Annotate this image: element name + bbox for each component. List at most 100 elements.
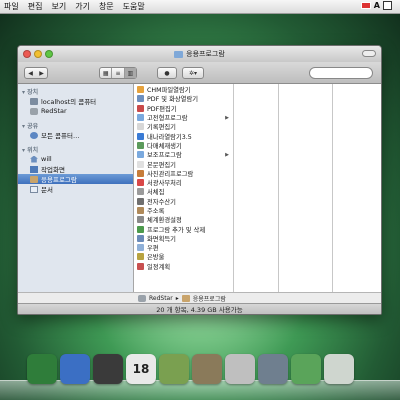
column-view-icon[interactable]: ▥ (124, 68, 136, 78)
list-item[interactable]: PDF편집기 (134, 104, 233, 113)
menu-item-help[interactable]: 도움말 (123, 1, 145, 12)
sidebar-header-places[interactable]: ▾ 위치 (18, 144, 133, 154)
window-controls (23, 50, 53, 58)
sidebar-item-home[interactable]: will (18, 154, 133, 164)
list-item-label: 사진관리프로그람 (147, 170, 194, 178)
app-icon (137, 234, 144, 242)
zoom-icon[interactable] (45, 50, 53, 58)
window-title: 응용프로그람 (174, 49, 225, 59)
app-icon (137, 207, 144, 214)
sidebar-item-applications[interactable]: 응용프로그람 (18, 174, 133, 184)
trash-icon[interactable] (324, 354, 354, 384)
app-icon (137, 216, 144, 224)
list-item[interactable]: 일정계획 (134, 262, 233, 271)
list-item[interactable]: CHM파일열람기 (134, 85, 233, 94)
path-segment-volume[interactable]: RedStar (149, 295, 173, 302)
app-icon (137, 160, 144, 168)
list-item-label: 보조프로그람 (147, 152, 182, 160)
search-input[interactable] (309, 67, 373, 79)
input-method-indicator[interactable]: A (374, 1, 380, 10)
applications-icon (30, 175, 38, 183)
toolbar-toggle-button[interactable] (362, 50, 376, 57)
sidebar-header-shared[interactable]: ▾ 공유 (18, 120, 133, 130)
list-item[interactable]: 내나라열람기3.5 (134, 131, 233, 141)
sidebar-item-redstar[interactable]: RedStar (18, 106, 133, 116)
list-item[interactable]: PDF 및 화상열람기 (134, 94, 233, 103)
list-item[interactable]: 프로그람 추가 및 삭제 (134, 224, 233, 234)
icon-view-icon[interactable]: ▦ (100, 68, 113, 78)
sidebar: ▾ 장치 localhost의 콤퓨터 RedStar ▾ 공유 모든 콤퓨터…… (18, 84, 134, 292)
photo-icon[interactable] (192, 354, 222, 384)
home-icon (30, 155, 38, 163)
title-bar[interactable]: 응용프로그람 (18, 46, 381, 62)
list-item[interactable]: 화면획득기 (134, 234, 233, 243)
list-item-label: 화면획득기 (147, 235, 176, 243)
minimize-icon[interactable] (34, 50, 42, 58)
browser-content: ▾ 장치 localhost의 콤퓨터 RedStar ▾ 공유 모든 콤퓨터…… (18, 84, 381, 292)
list-item[interactable]: 다매체재생기 (134, 141, 233, 150)
menu-item-view[interactable]: 보기 (51, 1, 66, 12)
list-item[interactable]: 주소록 (134, 206, 233, 215)
empty-column-4 (333, 84, 381, 292)
app-icon (137, 179, 144, 187)
list-item-label: 체계환경설정 (147, 217, 182, 225)
path-separator-icon: ▸ (175, 294, 179, 302)
path-segment-folder[interactable]: 응용프로그람 (193, 294, 226, 303)
app-icon (137, 188, 144, 196)
flag-icon (360, 2, 371, 9)
list-item[interactable]: 체계환경설정 (134, 215, 233, 224)
folder-icon (174, 50, 184, 58)
back-icon[interactable]: ◀ (25, 70, 36, 77)
list-item-label: PDF 및 화상열람기 (147, 96, 199, 104)
menu-item-go[interactable]: 가기 (75, 1, 90, 12)
menu-item-window[interactable]: 창문 (99, 1, 114, 12)
list-item[interactable]: 기록편집기 (134, 122, 233, 131)
app-icon (137, 95, 144, 103)
list-item-label: 전자수산기 (147, 198, 176, 206)
finder-icon[interactable] (27, 354, 57, 384)
menu-item-edit[interactable]: 편집 (28, 1, 43, 12)
settings-icon[interactable] (258, 354, 288, 384)
list-item[interactable]: 본문편집기 (134, 159, 233, 169)
sidebar-item-computer[interactable]: localhost의 콤퓨터 (18, 96, 133, 106)
media-icon[interactable] (93, 354, 123, 384)
list-item[interactable]: 우편 (134, 243, 233, 252)
eye-icon: ● (164, 69, 170, 77)
disk-icon (138, 294, 146, 302)
calculator-icon[interactable] (225, 354, 255, 384)
menu-item-file[interactable]: 파일 (4, 1, 19, 12)
disclosure-arrow-icon: ▶ (225, 114, 229, 121)
action-menu-button[interactable]: ✲▾ (182, 67, 204, 79)
browser-icon[interactable] (60, 354, 90, 384)
list-item-label: 서광사무처리 (147, 180, 182, 188)
sidebar-header-devices[interactable]: ▾ 장치 (18, 86, 133, 96)
list-item[interactable]: 고전형프로그람 ▶ (134, 113, 233, 122)
app-icon (137, 244, 144, 252)
view-mode-buttons: ▦ ≡ ▥ (99, 67, 137, 79)
address-book-icon[interactable] (159, 354, 189, 384)
list-item[interactable]: 사진관리프로그람 (134, 169, 233, 178)
list-item[interactable]: 보조프로그람 ▶ (134, 150, 233, 159)
nav-buttons: ◀ ▶ (24, 67, 48, 79)
app-icon (137, 114, 144, 122)
sidebar-item-all-computers[interactable]: 모든 콤퓨터… (18, 130, 133, 140)
list-item[interactable]: 서광사무처리 (134, 178, 233, 187)
download-icon[interactable] (291, 354, 321, 384)
list-item-label: 본문편집기 (147, 161, 176, 169)
empty-column-3 (279, 84, 333, 292)
sidebar-item-desktop[interactable]: 작업화면 (18, 164, 133, 174)
sidebar-item-documents[interactable]: 문서 (18, 184, 133, 194)
network-icon (30, 131, 38, 139)
forward-icon[interactable]: ▶ (36, 70, 47, 77)
app-icon (137, 86, 144, 94)
quick-look-button[interactable]: ● (157, 67, 177, 79)
list-item[interactable]: 전자수산기 (134, 197, 233, 206)
close-icon[interactable] (23, 50, 31, 58)
list-item[interactable]: 서체집 (134, 187, 233, 196)
calendar-icon[interactable]: 18 (126, 354, 156, 384)
window-icon[interactable] (383, 1, 392, 10)
list-item[interactable]: 은방울 (134, 252, 233, 261)
status-bar: 20 개 항목, 4.39 GB 사용가능 (18, 303, 381, 314)
app-icon (137, 169, 144, 177)
list-view-icon[interactable]: ≡ (112, 68, 125, 78)
